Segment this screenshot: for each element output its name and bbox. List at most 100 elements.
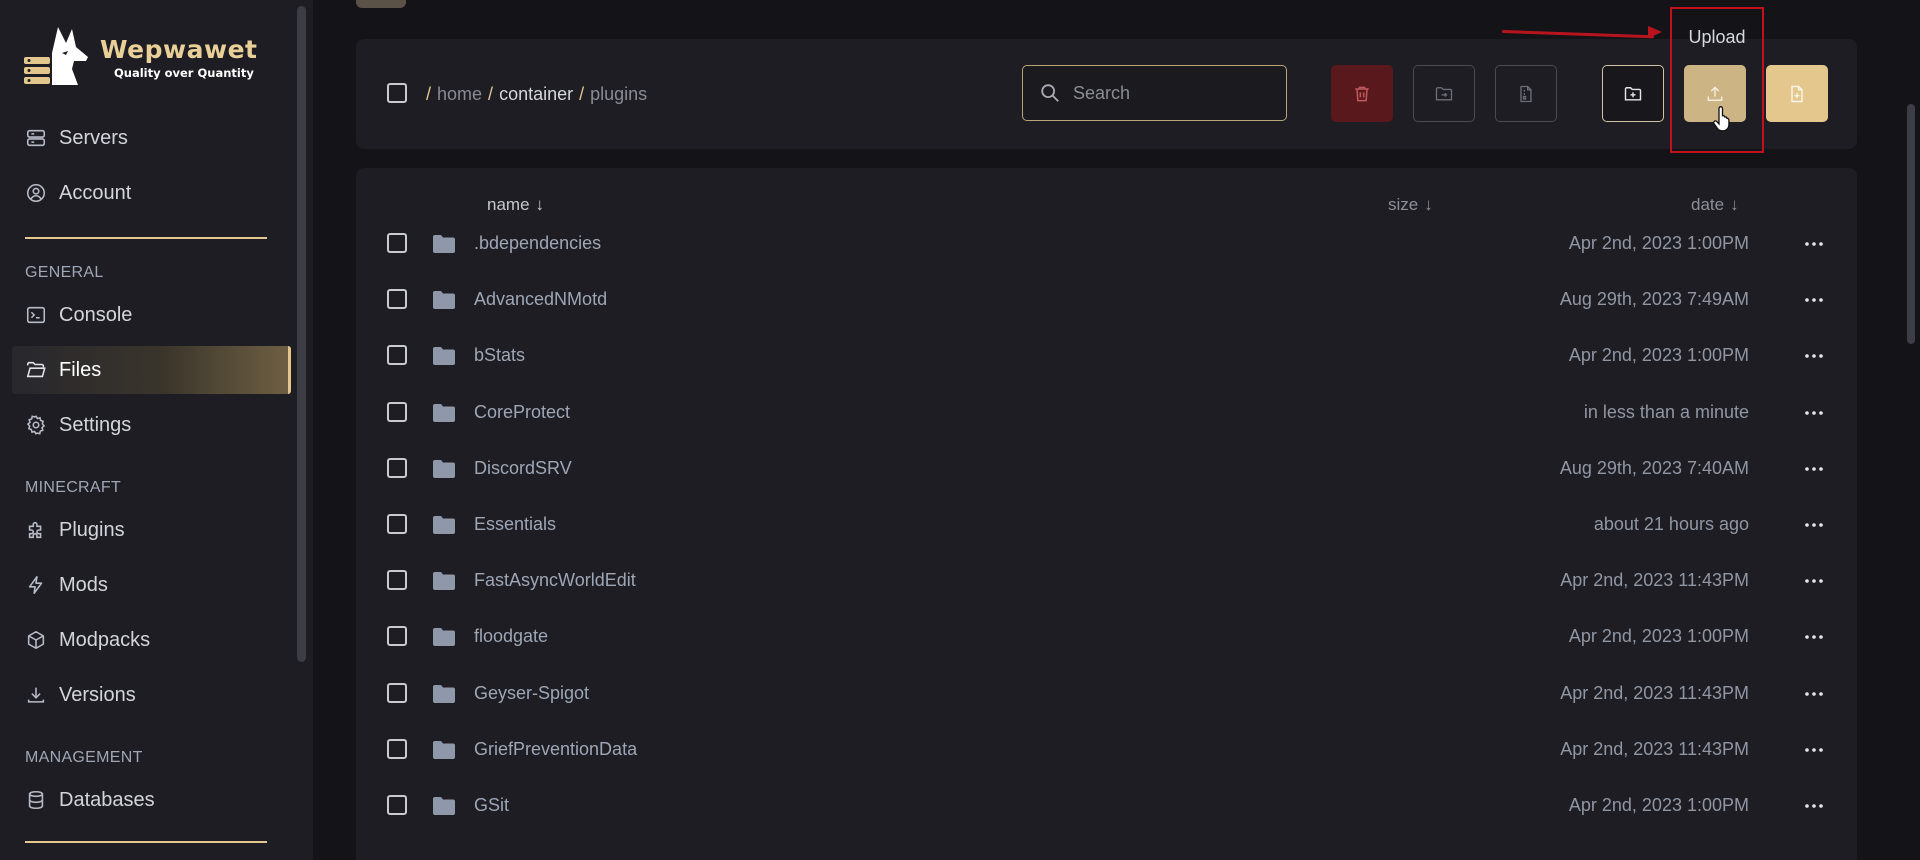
table-row[interactable]: GriefPreventionData Apr 2nd, 2023 11:43PM	[356, 719, 1857, 775]
table-row[interactable]: CoreProtect in less than a minute	[356, 382, 1857, 438]
breadcrumb-plugins[interactable]: plugins	[590, 84, 647, 105]
table-row[interactable]: GSit Apr 2nd, 2023 1:00PM	[356, 775, 1857, 831]
table-row[interactable]: Geyser-Spigot Apr 2nd, 2023 11:43PM	[356, 663, 1857, 719]
file-name[interactable]: DiscordSRV	[474, 458, 572, 479]
more-options-icon[interactable]	[1805, 354, 1823, 359]
search-input[interactable]	[1073, 82, 1263, 104]
row-checkbox[interactable]	[387, 233, 407, 253]
folder-icon	[433, 628, 455, 647]
file-name[interactable]: CoreProtect	[474, 402, 570, 423]
breadcrumb: / home / container / plugins	[426, 84, 648, 105]
table-row[interactable]: bStats Apr 2nd, 2023 1:00PM	[356, 325, 1857, 381]
file-name[interactable]: Essentials	[474, 514, 556, 535]
main-scrollbar[interactable]	[1907, 104, 1915, 344]
delete-button[interactable]	[1331, 65, 1393, 122]
row-checkbox[interactable]	[387, 682, 407, 703]
search-box[interactable]	[1022, 65, 1287, 121]
sidebar-item-settings[interactable]: Settings	[12, 401, 291, 449]
file-name[interactable]: floodgate	[474, 626, 548, 647]
sidebar-item-label: Settings	[59, 413, 132, 436]
file-date: about 21 hours ago	[1593, 514, 1749, 534]
sidebar-item-files[interactable]: Files	[12, 346, 291, 394]
file-name[interactable]: GSit	[474, 795, 509, 816]
row-checkbox[interactable]	[387, 795, 407, 815]
sidebar-item-versions[interactable]: Versions	[12, 671, 291, 719]
brand-subtitle: Quality over Quantity	[114, 65, 254, 80]
sort-arrow-icon: ↓	[1730, 195, 1739, 214]
file-name[interactable]: .bdependencies	[474, 233, 601, 254]
row-checkbox[interactable]	[387, 289, 407, 310]
column-header-name[interactable]: name ↓	[487, 195, 544, 215]
table-row[interactable]: AdvancedNMotd Aug 29th, 2023 7:49AM	[356, 269, 1857, 325]
table-row[interactable]: floodgate Apr 2nd, 2023 1:00PM	[356, 606, 1857, 662]
folder-icon	[433, 291, 455, 310]
file-toolbar: / home / container / plugins	[356, 39, 1857, 149]
file-name[interactable]: bStats	[474, 345, 525, 366]
file-date: Apr 2nd, 2023 11:43PM	[1560, 682, 1749, 703]
table-row[interactable]: Essentials about 21 hours ago	[356, 494, 1857, 550]
sidebar-item-databases[interactable]: Databases	[12, 776, 291, 824]
new-folder-button[interactable]	[1602, 65, 1664, 122]
more-options-icon[interactable]	[1805, 579, 1823, 583]
column-header-size[interactable]: size ↓	[1388, 195, 1433, 215]
row-checkbox[interactable]	[387, 514, 407, 534]
select-all-checkbox[interactable]	[387, 83, 407, 103]
file-archive-icon	[1520, 85, 1532, 102]
new-file-button[interactable]	[1766, 65, 1828, 122]
sidebar-item-label: Console	[59, 303, 133, 326]
row-checkbox[interactable]	[387, 401, 407, 422]
move-button[interactable]	[1413, 65, 1475, 122]
brand-title: Wepwawet	[100, 34, 258, 64]
file-name[interactable]: Geyser-Spigot	[474, 683, 589, 704]
sidebar-divider	[25, 841, 267, 843]
sidebar-item-account[interactable]: Account	[12, 169, 291, 217]
top-button-stub[interactable]	[356, 0, 406, 8]
section-title-management: MANAGEMENT	[25, 749, 143, 766]
folder-icon	[433, 797, 455, 815]
trash-icon	[1355, 86, 1369, 101]
breadcrumb-container[interactable]: container	[499, 84, 573, 105]
sidebar-divider	[25, 237, 267, 239]
sidebar-item-servers[interactable]: Servers	[12, 114, 291, 162]
folder-icon	[433, 516, 455, 534]
sidebar-item-modpacks[interactable]: Modpacks	[12, 616, 291, 664]
more-options-icon[interactable]	[1805, 523, 1823, 527]
more-options-icon[interactable]	[1805, 691, 1823, 696]
row-checkbox[interactable]	[387, 570, 407, 591]
more-options-icon[interactable]	[1805, 410, 1823, 415]
folder-icon	[433, 572, 455, 591]
file-name[interactable]: GriefPreventionData	[474, 739, 637, 760]
sidebar-item-mods[interactable]: Mods	[12, 561, 291, 609]
more-options-icon[interactable]	[1805, 635, 1823, 640]
table-row[interactable]: DiscordSRV Aug 29th, 2023 7:40AM	[356, 438, 1857, 494]
sidebar-scrollbar[interactable]	[297, 6, 306, 662]
brand-logo[interactable]: Wepwawet Quality over Quantity	[22, 22, 258, 92]
more-options-icon[interactable]	[1805, 747, 1823, 752]
file-name[interactable]: AdvancedNMotd	[474, 289, 607, 310]
more-options-icon[interactable]	[1805, 242, 1823, 246]
column-header-date[interactable]: date ↓	[1691, 195, 1739, 215]
folder-move-icon	[1435, 86, 1453, 100]
file-list: name ↓ size ↓ date ↓ .bdependencies Apr 2nd,…	[356, 168, 1857, 860]
row-checkbox[interactable]	[387, 738, 407, 759]
row-checkbox[interactable]	[387, 457, 407, 478]
file-name[interactable]: FastAsyncWorldEdit	[474, 570, 636, 591]
row-checkbox[interactable]	[387, 626, 407, 647]
user-circle-icon	[25, 182, 47, 204]
table-row[interactable]: .bdependencies Apr 2nd, 2023 1:00PM	[356, 213, 1857, 269]
row-checkbox[interactable]	[387, 345, 407, 366]
file-date: Apr 2nd, 2023 11:43PM	[1560, 738, 1749, 759]
server-icon	[25, 127, 47, 149]
database-icon	[25, 789, 47, 811]
sidebar-item-console[interactable]: Console	[12, 291, 291, 339]
sidebar-item-plugins[interactable]: Plugins	[12, 506, 291, 554]
table-row[interactable]: FastAsyncWorldEdit Apr 2nd, 2023 11:43PM	[356, 550, 1857, 606]
sidebar-item-label: Plugins	[59, 518, 125, 541]
more-options-icon[interactable]	[1805, 466, 1823, 471]
archive-button[interactable]	[1495, 65, 1557, 122]
more-options-icon[interactable]	[1805, 298, 1823, 302]
breadcrumb-home[interactable]: home	[437, 84, 482, 105]
folder-plus-icon	[1624, 86, 1642, 101]
file-plus-icon	[1791, 85, 1803, 102]
more-options-icon[interactable]	[1805, 804, 1823, 808]
